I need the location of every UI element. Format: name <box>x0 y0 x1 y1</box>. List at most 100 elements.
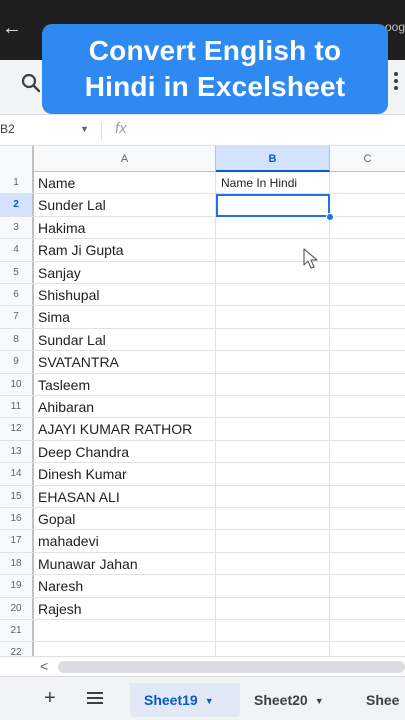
row-number[interactable]: 20 <box>0 597 34 619</box>
row-number[interactable]: 11 <box>0 396 34 418</box>
cell-a[interactable]: Gopal <box>34 508 216 530</box>
cell-a[interactable]: SVATANTRA <box>34 351 216 373</box>
row-number[interactable]: 19 <box>0 575 34 597</box>
more-options-icon[interactable] <box>393 70 399 92</box>
cell-c[interactable] <box>330 239 405 260</box>
cell-c[interactable] <box>330 329 405 350</box>
cell-a[interactable]: Tasleem <box>34 373 216 395</box>
cell-b[interactable] <box>216 620 330 642</box>
cell-c[interactable] <box>330 598 405 619</box>
cell-b[interactable] <box>216 328 330 351</box>
chevron-down-icon[interactable]: ▼ <box>205 696 214 706</box>
cell-b[interactable] <box>216 463 330 485</box>
cell-b[interactable] <box>216 440 330 463</box>
cell-a[interactable]: Rajesh <box>34 597 216 619</box>
row-number[interactable]: 15 <box>0 485 34 507</box>
row-number[interactable]: 4 <box>0 239 34 261</box>
cell-a[interactable]: Sanjay <box>34 261 216 283</box>
cell-c[interactable] <box>330 284 405 305</box>
cell-c[interactable] <box>330 620 405 641</box>
fill-handle[interactable] <box>326 213 334 221</box>
cell-a[interactable]: EHASAN ALI <box>34 485 216 507</box>
cell-a[interactable]: Dinesh Kumar <box>34 463 216 485</box>
cell-reference[interactable]: B2 <box>0 122 15 136</box>
tab-sheet19[interactable]: Sheet19 ▼ <box>130 683 240 717</box>
tab-sheet20[interactable]: Sheet20 ▼ <box>240 683 352 717</box>
cell-c[interactable] <box>330 306 405 327</box>
column-header-c[interactable]: C <box>330 146 405 172</box>
cell-b[interactable] <box>216 373 330 395</box>
cell-a[interactable]: Name <box>34 172 216 194</box>
row-number[interactable]: 14 <box>0 463 34 485</box>
cell-b[interactable] <box>216 284 330 306</box>
scroll-left-icon[interactable]: < <box>40 658 48 674</box>
row-number[interactable]: 5 <box>0 261 34 283</box>
cell-b[interactable] <box>216 508 330 530</box>
cell-c[interactable] <box>330 351 405 372</box>
cell-c[interactable] <box>330 553 405 574</box>
search-icon[interactable] <box>20 72 42 94</box>
add-sheet-icon[interactable]: + <box>44 687 56 710</box>
cell-b[interactable] <box>216 530 330 552</box>
row-number[interactable]: 2 <box>0 194 34 216</box>
cell-a[interactable]: Deep Chandra <box>34 440 216 463</box>
column-header-a[interactable]: A <box>34 146 216 172</box>
cell-a[interactable]: Ram Ji Gupta <box>34 239 216 261</box>
cell-a[interactable]: Shishupal <box>34 284 216 306</box>
cell-reference-dropdown-icon[interactable]: ▼ <box>80 124 89 134</box>
cell-c[interactable] <box>330 194 405 215</box>
column-header-b[interactable]: B <box>216 146 330 172</box>
scroll-thumb[interactable] <box>58 661 405 673</box>
cell-a[interactable]: Sima <box>34 306 216 328</box>
tab-sheet-partial[interactable]: Shee <box>352 683 405 717</box>
row-number[interactable]: 10 <box>0 373 34 395</box>
cell-b[interactable] <box>216 485 330 507</box>
row-number[interactable]: 17 <box>0 530 34 552</box>
cell-a[interactable]: mahadevi <box>34 530 216 552</box>
cell-a[interactable]: Sundar Lal <box>34 328 216 351</box>
cell-c[interactable] <box>330 217 405 238</box>
cell-c[interactable] <box>330 463 405 484</box>
select-all-corner[interactable] <box>0 146 34 172</box>
cell-b[interactable] <box>216 575 330 597</box>
row-number[interactable]: 9 <box>0 351 34 373</box>
cell-b[interactable] <box>216 418 330 440</box>
row-number[interactable]: 6 <box>0 284 34 306</box>
row-number[interactable]: 3 <box>0 216 34 239</box>
cell-a[interactable]: Munawar Jahan <box>34 552 216 575</box>
row-number[interactable]: 12 <box>0 418 34 440</box>
horizontal-scrollbar[interactable]: < <box>0 656 405 676</box>
cell-a[interactable]: AJAYI KUMAR RATHOR <box>34 418 216 440</box>
row-number[interactable]: 21 <box>0 620 34 642</box>
cell-b[interactable] <box>216 351 330 373</box>
cell-a[interactable]: Hakima <box>34 216 216 239</box>
cell-a[interactable]: Naresh <box>34 575 216 597</box>
row-number[interactable]: 18 <box>0 552 34 575</box>
cell-c[interactable] <box>330 262 405 283</box>
row-number[interactable]: 16 <box>0 508 34 530</box>
cell-c[interactable] <box>330 418 405 439</box>
row-number[interactable]: 7 <box>0 306 34 328</box>
cell-b[interactable] <box>216 552 330 575</box>
cell-c[interactable] <box>330 575 405 596</box>
cell-c[interactable] <box>330 508 405 529</box>
chevron-down-icon[interactable]: ▼ <box>315 696 324 706</box>
back-arrow-icon[interactable]: ← <box>2 18 22 38</box>
cell-b[interactable] <box>216 597 330 619</box>
cell-c[interactable] <box>330 374 405 395</box>
row-number[interactable]: 13 <box>0 440 34 463</box>
cell-a[interactable]: Ahibaran <box>34 396 216 418</box>
cell-c[interactable] <box>330 396 405 417</box>
all-sheets-menu-icon[interactable] <box>87 691 103 705</box>
cell-b[interactable] <box>216 216 330 239</box>
cell-a[interactable] <box>34 620 216 642</box>
cell-c[interactable] <box>330 486 405 507</box>
cell-b[interactable]: Name In Hindi <box>216 172 330 194</box>
cell-c[interactable] <box>330 441 405 462</box>
cell-b[interactable] <box>216 306 330 328</box>
row-number[interactable]: 1 <box>0 172 34 194</box>
cell-b[interactable] <box>216 396 330 418</box>
cell-a[interactable]: Sunder Lal <box>34 194 216 216</box>
row-number[interactable]: 8 <box>0 328 34 351</box>
cell-c[interactable] <box>330 172 405 193</box>
